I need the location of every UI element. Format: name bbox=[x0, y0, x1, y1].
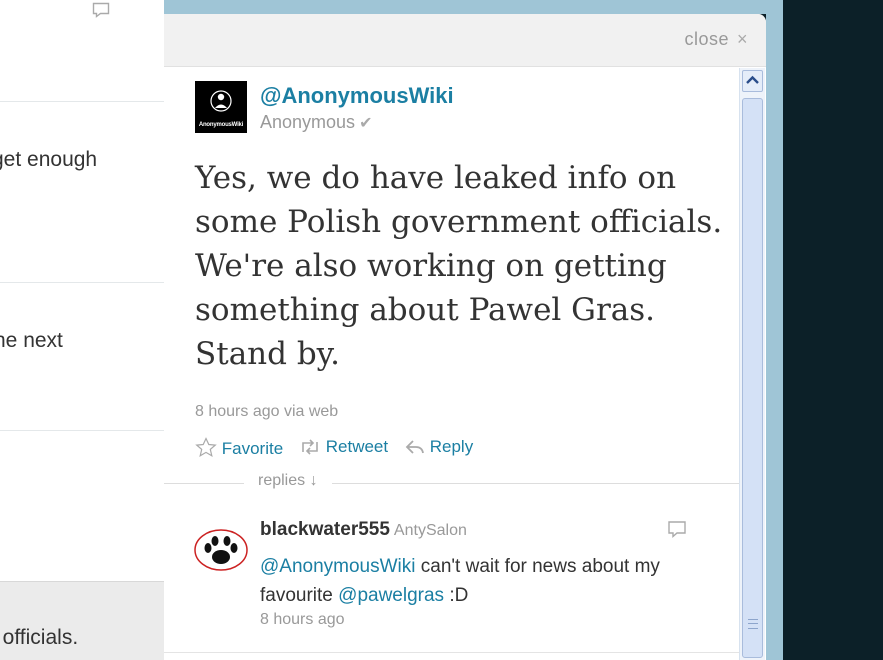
reply-arrow-icon bbox=[405, 440, 424, 454]
reply-divider bbox=[164, 652, 742, 653]
mention-link[interactable]: @AnonymousWiki bbox=[260, 556, 416, 577]
comment-icon[interactable] bbox=[667, 520, 687, 540]
timeline-item-text: t officials. bbox=[0, 626, 79, 649]
timeline-item[interactable] bbox=[0, 0, 164, 102]
real-name-text: Anonymous bbox=[260, 112, 356, 132]
timeline-item[interactable]: get enough bbox=[0, 101, 164, 283]
vertical-scrollbar[interactable] bbox=[739, 68, 765, 660]
scroll-grip-icon bbox=[748, 619, 758, 629]
real-name: Anonymous ✔ bbox=[260, 112, 372, 133]
timeline-item[interactable] bbox=[0, 430, 164, 580]
reply-text-part: :D bbox=[444, 585, 469, 606]
scroll-up-button[interactable] bbox=[742, 70, 763, 92]
reply-author[interactable]: blackwater555 AntySalon bbox=[260, 519, 467, 541]
tweet-timestamp[interactable]: 8 hours ago via web bbox=[195, 403, 338, 421]
timeline-item-selected[interactable]: t officials. bbox=[0, 581, 164, 660]
avatar-label: AnonymousWiki bbox=[198, 122, 244, 128]
retweet-button[interactable]: Retweet bbox=[299, 437, 388, 457]
reply-avatar-paw-icon[interactable] bbox=[194, 527, 248, 573]
comment-icon[interactable] bbox=[92, 2, 110, 18]
reply-username: blackwater555 bbox=[260, 519, 390, 540]
verified-check-icon: ✔ bbox=[359, 115, 373, 132]
reply-label: Reply bbox=[429, 437, 474, 456]
pane-top-bar bbox=[164, 0, 783, 14]
timeline-item[interactable]: he next bbox=[0, 282, 164, 431]
chevron-up-icon bbox=[746, 75, 759, 84]
screen-name-link[interactable]: @AnonymousWiki bbox=[260, 83, 454, 109]
tweet-text: Yes, we do have leaked info on some Poli… bbox=[195, 160, 723, 372]
favorite-button[interactable]: Favorite bbox=[195, 437, 283, 459]
timeline-item-text: he next bbox=[0, 329, 63, 352]
retweet-icon bbox=[302, 439, 318, 455]
pane-header: close × bbox=[164, 14, 766, 67]
reply-text: @AnonymousWiki can't wait for news about… bbox=[260, 552, 690, 610]
reply-real-name: AntySalon bbox=[393, 522, 467, 539]
close-button[interactable]: close × bbox=[684, 29, 748, 50]
tweet-details-pane: close × AnonymousWiki @AnonymousWiki Anon… bbox=[164, 14, 766, 660]
favorite-label: Favorite bbox=[221, 439, 284, 458]
replies-toggle[interactable]: replies ↓ bbox=[244, 472, 332, 490]
timeline-item-text: get enough bbox=[0, 148, 98, 171]
pane-right-border bbox=[766, 14, 783, 660]
reply-timestamp[interactable]: 8 hours ago bbox=[260, 611, 345, 629]
close-label: close bbox=[684, 29, 729, 49]
avatar[interactable]: AnonymousWiki bbox=[195, 81, 247, 133]
star-icon bbox=[195, 437, 217, 458]
close-icon: × bbox=[736, 29, 748, 49]
reply-button[interactable]: Reply bbox=[405, 437, 473, 457]
retweet-label: Retweet bbox=[325, 437, 389, 456]
timeline-column: get enough he next t officials. bbox=[0, 0, 165, 660]
scroll-thumb[interactable] bbox=[742, 98, 763, 658]
mention-link[interactable]: @pawelgras bbox=[338, 585, 444, 606]
